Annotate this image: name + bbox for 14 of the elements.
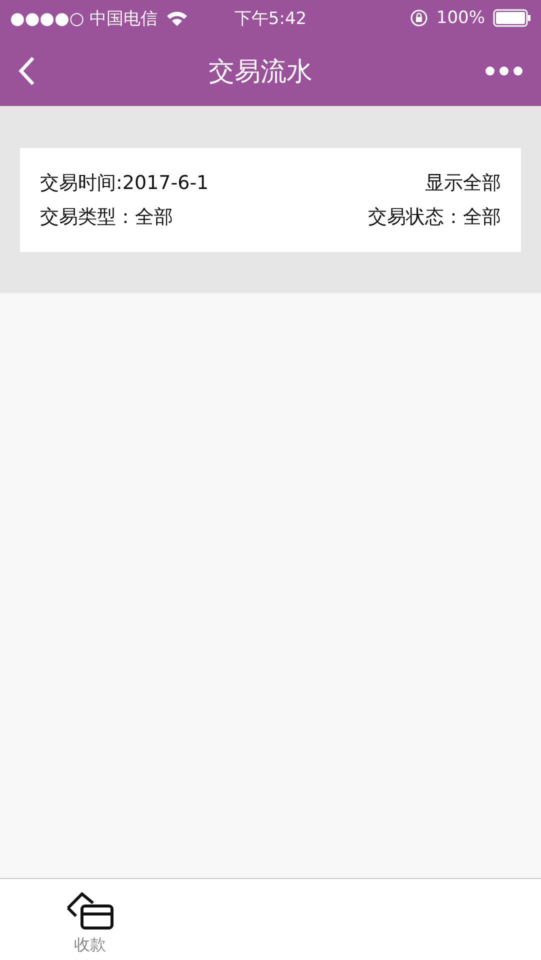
back-icon[interactable]	[18, 56, 36, 86]
battery-icon	[493, 9, 531, 27]
cards-icon	[65, 891, 116, 931]
battery-percent: 100%	[436, 8, 485, 28]
status-filter[interactable]: 交易状态：全部	[368, 204, 501, 230]
type-filter[interactable]: 交易类型：全部	[40, 204, 368, 230]
date-filter[interactable]: 交易时间:2017-6-1	[40, 170, 368, 196]
wifi-icon	[166, 10, 188, 26]
page-title: 交易流水	[208, 56, 312, 88]
clock-text: 下午5:42	[234, 8, 307, 30]
carrier-text: ●●●●○ 中国电信	[10, 8, 158, 30]
show-all-link[interactable]: 显示全部	[425, 170, 501, 196]
more-icon[interactable]	[485, 66, 523, 76]
rotation-lock-icon	[410, 9, 428, 27]
